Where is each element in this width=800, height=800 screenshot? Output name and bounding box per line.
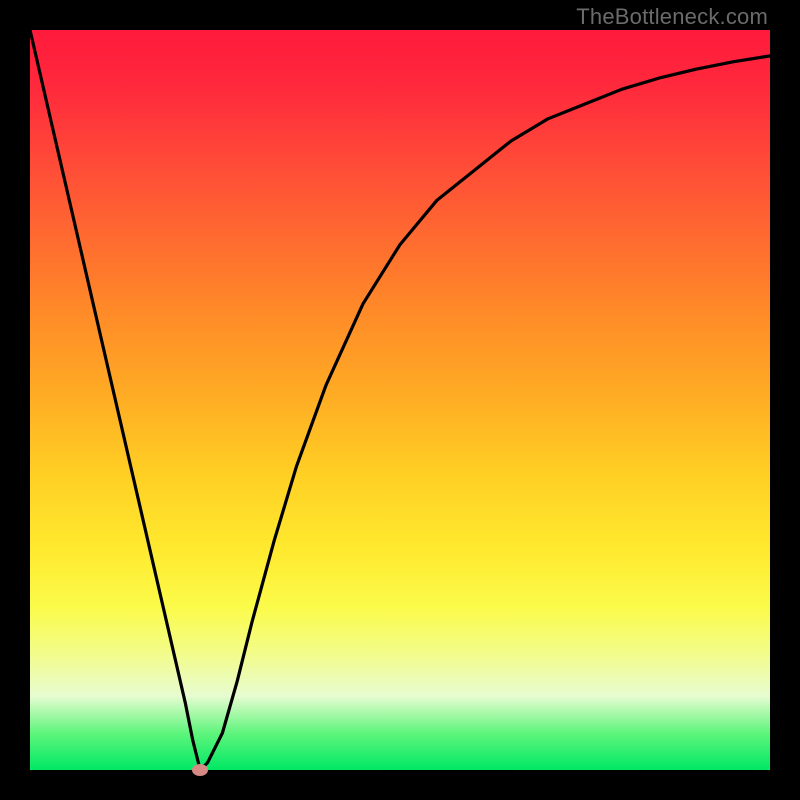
watermark-text: TheBottleneck.com: [576, 4, 768, 30]
bottleneck-curve-path: [30, 30, 770, 770]
curve-svg: [30, 30, 770, 770]
plot-area: [30, 30, 770, 770]
optimum-marker: [192, 764, 208, 776]
chart-frame: TheBottleneck.com: [0, 0, 800, 800]
